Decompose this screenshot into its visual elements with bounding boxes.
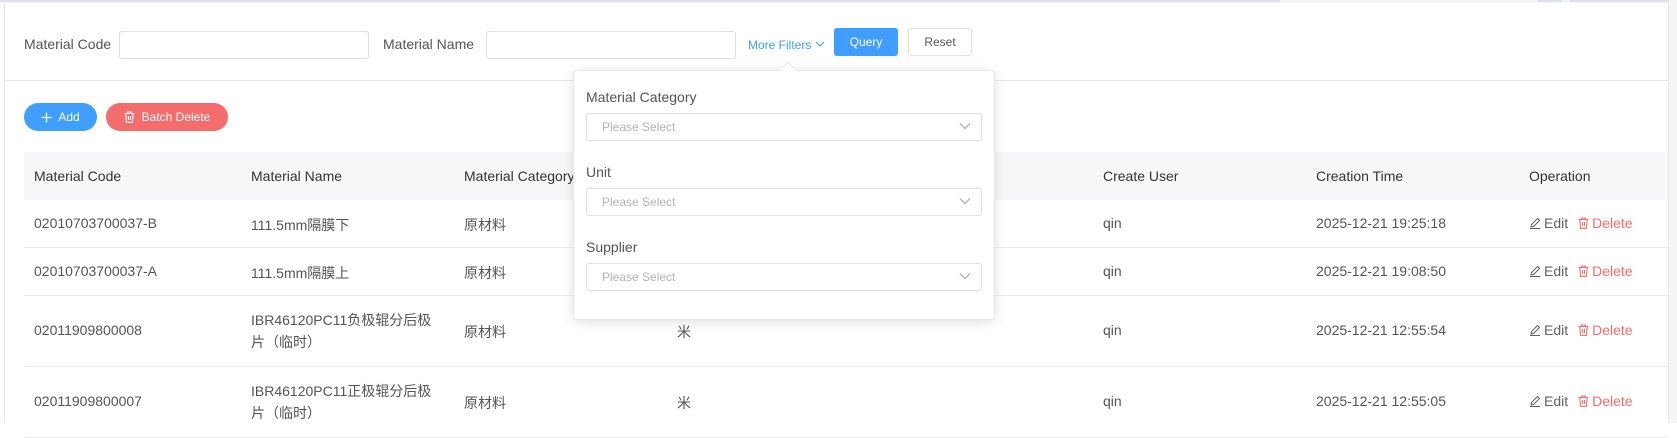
header-material-code: Material Code	[34, 168, 122, 184]
header-creation-time: Creation Time	[1316, 168, 1404, 184]
query-button[interactable]: Query	[834, 28, 898, 56]
tab-strip-segment	[0, 0, 1280, 2]
cell-material-name: 111.5mm隔膜上	[251, 265, 350, 281]
row-operations: Edit Delete	[1529, 322, 1633, 338]
material-code-input[interactable]	[119, 31, 369, 59]
cell-material-category: 原材料	[464, 395, 506, 411]
chevron-down-icon	[815, 41, 825, 47]
cell-unit: 米	[677, 324, 691, 340]
edit-label: Edit	[1544, 215, 1569, 231]
edit-label: Edit	[1544, 322, 1569, 338]
edit-link[interactable]: Edit	[1529, 215, 1568, 231]
batch-delete-label: Batch Delete	[141, 110, 211, 124]
delete-link[interactable]: Delete	[1578, 322, 1633, 338]
header-material-name: Material Name	[251, 168, 343, 184]
cell-creation-time: 2025-12-21 12:55:05	[1316, 393, 1446, 409]
tab-strip-segment	[1538, 0, 1562, 2]
trash-icon	[1578, 265, 1589, 277]
cell-material-code: 02011909800007	[34, 393, 142, 409]
popover-arrow	[779, 61, 797, 79]
plus-icon	[41, 112, 52, 122]
delete-link[interactable]: Delete	[1578, 393, 1633, 409]
supplier-label: Supplier	[586, 239, 638, 255]
header-create-user: Create User	[1103, 168, 1179, 184]
more-filters-label: More Filters	[748, 38, 812, 52]
chevron-down-icon	[959, 273, 971, 280]
add-button-label: Add	[58, 110, 80, 124]
cell-material-name: 111.5mm隔膜下	[251, 217, 350, 233]
add-button[interactable]: Add	[24, 103, 97, 131]
trash-icon	[1578, 324, 1589, 336]
delete-label: Delete	[1592, 263, 1633, 279]
material-category-label: Material Category	[586, 89, 697, 105]
table-row: 02011909800007 IBR46120PC11正极辊分后极片（临时） 原…	[24, 367, 1668, 438]
select-placeholder: Please Select	[602, 195, 676, 209]
trash-icon	[124, 111, 135, 123]
cell-creation-time: 2025-12-21 19:25:18	[1316, 215, 1446, 231]
material-name-label: Material Name	[383, 36, 475, 52]
chevron-down-icon	[959, 198, 971, 205]
reset-button[interactable]: Reset	[908, 28, 972, 56]
cell-creation-time: 2025-12-21 12:55:54	[1316, 322, 1446, 338]
chevron-down-icon	[959, 123, 971, 130]
select-placeholder: Please Select	[602, 270, 676, 284]
cell-create-user: qin	[1103, 322, 1122, 338]
tab-strip-segment	[1570, 0, 1677, 2]
edit-label: Edit	[1544, 263, 1569, 279]
select-placeholder: Please Select	[602, 120, 676, 134]
edit-link[interactable]: Edit	[1529, 322, 1568, 338]
trash-icon	[1578, 395, 1589, 407]
cell-material-code: 02011909800008	[34, 322, 142, 338]
cell-material-name: IBR46120PC11正极辊分后极片（临时）	[251, 383, 432, 421]
cell-material-category: 原材料	[464, 217, 506, 233]
delete-link[interactable]: Delete	[1578, 215, 1633, 231]
cell-create-user: qin	[1103, 393, 1122, 409]
cell-material-code: 02010703700037-B	[34, 215, 158, 231]
header-operation: Operation	[1529, 168, 1591, 184]
top-tab-strip	[0, 0, 1677, 3]
delete-label: Delete	[1592, 215, 1633, 231]
unit-select[interactable]: Please Select	[586, 188, 982, 216]
cell-create-user: qin	[1103, 263, 1122, 279]
pencil-icon	[1530, 217, 1541, 229]
row-operations: Edit Delete	[1529, 393, 1633, 409]
row-operations: Edit Delete	[1529, 263, 1633, 279]
row-operations: Edit Delete	[1529, 215, 1633, 231]
delete-label: Delete	[1592, 393, 1633, 409]
more-filters-toggle[interactable]: More Filters	[748, 29, 825, 61]
cell-material-code: 02010703700037-A	[34, 263, 158, 279]
edit-link[interactable]: Edit	[1529, 263, 1568, 279]
pencil-icon	[1530, 265, 1541, 277]
supplier-select[interactable]: Please Select	[586, 263, 982, 291]
batch-delete-button[interactable]: Batch Delete	[106, 103, 228, 131]
header-material-category: Material Category	[464, 168, 575, 184]
delete-label: Delete	[1592, 322, 1633, 338]
unit-label: Unit	[586, 164, 611, 180]
left-sidebar-edge	[0, 0, 5, 423]
material-code-label: Material Code	[24, 36, 112, 52]
cell-create-user: qin	[1103, 215, 1122, 231]
material-name-input[interactable]	[486, 31, 736, 59]
pencil-icon	[1530, 395, 1541, 407]
edit-link[interactable]: Edit	[1529, 393, 1568, 409]
more-filters-popover: Material Category Please Select Unit Ple…	[573, 61, 995, 320]
pencil-icon	[1530, 324, 1541, 336]
delete-link[interactable]: Delete	[1578, 263, 1633, 279]
cell-material-category: 原材料	[464, 324, 506, 340]
vertical-scrollbar[interactable]	[1668, 0, 1677, 423]
cell-unit: 米	[677, 395, 691, 411]
material-category-select[interactable]: Please Select	[586, 113, 982, 141]
trash-icon	[1578, 217, 1589, 229]
edit-label: Edit	[1544, 393, 1569, 409]
cell-creation-time: 2025-12-21 19:08:50	[1316, 263, 1446, 279]
cell-material-category: 原材料	[464, 265, 506, 281]
cell-material-name: IBR46120PC11负极辊分后极片（临时）	[251, 312, 432, 350]
